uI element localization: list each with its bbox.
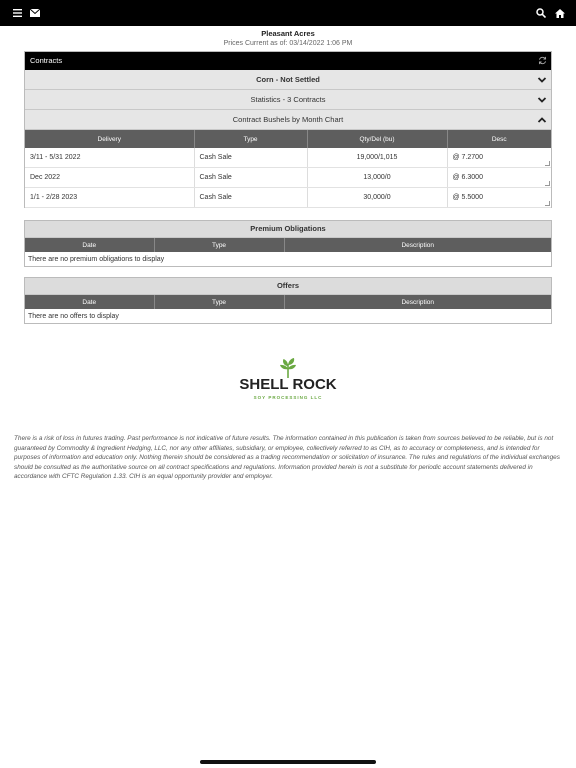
desc-cell: @ 6.3000 [447,167,551,188]
contracts-title: Contracts [30,56,63,65]
qty-cell: 30,000/0 [307,187,448,208]
statistics-section-label: Statistics - 3 Contracts [250,95,326,104]
risk-disclaimer: There is a risk of loss in futures tradi… [14,435,560,481]
chevron-up-icon [537,117,547,123]
desc-text: @ 6.3000 [452,174,483,181]
desc-text: @ 5.5000 [452,194,483,201]
desc-cell: @ 5.5000 [447,187,551,208]
premium-obligations-panel: Premium Obligations Date Type Descriptio… [24,220,552,267]
premium-obligations-table: Date Type Description [25,238,551,252]
refresh-icon[interactable] [538,56,547,65]
logo-subtitle: SOY PROCESSING LLC [253,395,323,400]
type-cell: Cash Sale [194,187,308,208]
home-icon[interactable] [549,0,571,26]
farm-name: Pleasant Acres [261,29,315,38]
delivery-cell: Dec 2022 [25,167,195,188]
delivery-cell: 3/11 - 5/31 2022 [25,148,195,168]
type-cell: Cash Sale [194,148,308,168]
qty-cell: 19,000/1,015 [307,148,448,168]
month-chart-section-toggle[interactable]: Contract Bushels by Month Chart [25,110,551,130]
column-header-date: Date [25,295,155,309]
logo-wordmark: SHELL ROCK [239,376,337,393]
contracts-panel: Contracts Corn - Not Settled Statistics … [24,51,552,208]
column-header-type: Type [194,130,308,148]
chevron-down-icon [537,97,547,103]
offers-title: Offers [25,278,551,295]
table-row[interactable]: 1/1 - 2/28 2023 Cash Sale 30,000/0 @ 5.5… [25,187,551,208]
resize-handle-icon[interactable] [545,161,550,166]
column-header-description: Description [284,295,551,309]
offers-panel: Offers Date Type Description There are n… [24,277,552,324]
resize-handle-icon[interactable] [545,181,550,186]
sprout-icon [280,358,296,378]
offers-empty-message: There are no offers to display [28,313,119,320]
statistics-section-toggle[interactable]: Statistics - 3 Contracts [25,90,551,110]
month-chart-section-label: Contract Bushels by Month Chart [232,115,344,124]
column-header-type: Type [154,295,285,309]
desc-text: @ 7.2700 [452,154,483,161]
offers-table: Date Type Description [25,295,551,309]
contracts-table: Delivery Type Qty/Del (bu) Desc 3/11 - 5… [25,130,551,208]
premium-empty-message: There are no premium obligations to disp… [28,256,165,263]
type-cell: Cash Sale [194,167,308,188]
shell-rock-logo: SHELL ROCK SOY PROCESSING LLC [238,356,338,408]
home-indicator-bar[interactable] [200,760,376,764]
table-row[interactable]: 3/11 - 5/31 2022 Cash Sale 19,000/1,015 … [25,148,551,168]
contracts-header: Contracts [25,52,551,70]
mail-icon[interactable] [24,0,46,26]
premium-obligations-title: Premium Obligations [25,221,551,238]
desc-cell: @ 7.2700 [447,148,551,168]
chevron-down-icon [537,77,547,83]
table-row[interactable]: Dec 2022 Cash Sale 13,000/0 @ 6.3000 [25,167,551,188]
qty-cell: 13,000/0 [307,167,448,188]
top-nav-bar [0,0,576,26]
column-header-date: Date [25,238,155,252]
resize-handle-icon[interactable] [545,201,550,206]
column-header-desc: Desc [447,130,551,148]
page-header: Pleasant Acres Prices Current as of: 03/… [0,29,576,49]
delivery-cell: 1/1 - 2/28 2023 [25,187,195,208]
corn-section-toggle[interactable]: Corn - Not Settled [25,70,551,90]
prices-current-timestamp: Prices Current as of: 03/14/2022 1:06 PM [223,40,353,47]
column-header-delivery: Delivery [25,130,195,148]
corn-section-label: Corn - Not Settled [256,75,320,84]
column-header-description: Description [284,238,551,252]
column-header-type: Type [154,238,285,252]
column-header-qty: Qty/Del (bu) [307,130,448,148]
